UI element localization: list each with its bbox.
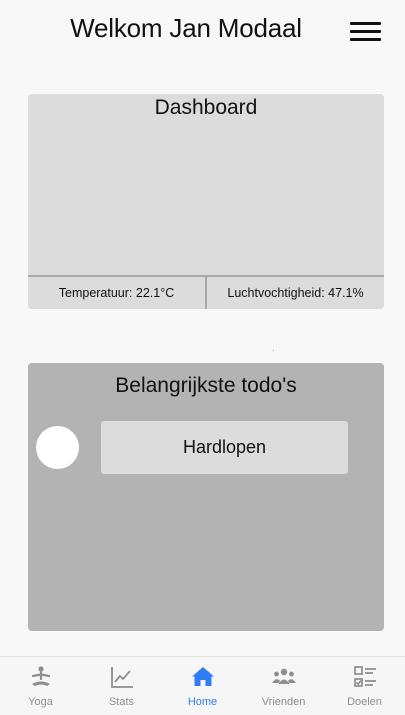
humidity-stat: Luchtvochtigheid: 47.1%	[205, 277, 384, 309]
todo-item[interactable]: Hardlopen	[101, 421, 348, 474]
yoga-icon	[31, 666, 50, 686]
bottom-tab-bar: Yoga Stats Home Vrienden Doelen	[0, 656, 405, 715]
dashboard-card: Dashboard Temperatuur: 22.1°C Luchtvocht…	[28, 94, 384, 309]
menu-line	[350, 30, 381, 33]
menu-line	[350, 38, 381, 41]
tab-stats[interactable]: Stats	[81, 657, 162, 715]
tab-label-vrienden: Vrienden	[261, 696, 306, 708]
tab-yoga[interactable]: Yoga	[0, 657, 81, 715]
page-title: Welkom Jan Modaal	[70, 13, 302, 43]
todos-card: Belangrijkste todo's Hardlopen	[28, 363, 384, 631]
tab-label-doelen: Doelen	[347, 696, 382, 708]
todos-title: Belangrijkste todo's	[115, 374, 297, 397]
temperature-stat: Temperatuur: 22.1°C	[58, 286, 175, 300]
tab-label-home: Home	[187, 696, 218, 708]
home-icon	[191, 667, 214, 686]
hamburger-menu-icon[interactable]	[350, 20, 381, 42]
app-header: Welkom Jan Modaal	[0, 0, 405, 62]
tab-label-yoga: Yoga	[28, 696, 53, 708]
line-chart-icon	[110, 667, 133, 688]
tab-home[interactable]: Home	[162, 657, 243, 715]
checklist-icon	[353, 666, 376, 687]
friends-icon	[271, 668, 296, 684]
stray-dot	[273, 350, 274, 351]
tab-doelen[interactable]: Doelen	[324, 657, 405, 715]
tab-vrienden[interactable]: Vrienden	[243, 657, 324, 715]
menu-line	[350, 22, 381, 25]
tab-label-stats: Stats	[108, 696, 135, 708]
dashboard-title: Dashboard	[154, 96, 258, 119]
todo-checkbox[interactable]	[36, 426, 79, 469]
dashboard-stats: Temperatuur: 22.1°C Luchtvochtigheid: 47…	[28, 275, 384, 309]
